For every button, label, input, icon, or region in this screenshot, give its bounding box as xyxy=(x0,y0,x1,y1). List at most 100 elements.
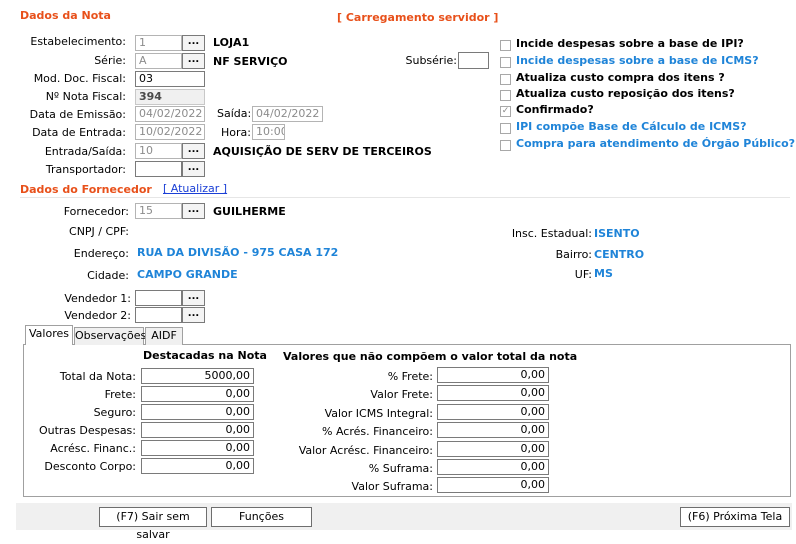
bairro-value: CENTRO xyxy=(594,248,645,261)
option-checkbox-7[interactable] xyxy=(500,140,511,151)
left-value-field-3[interactable]: 0,00 xyxy=(141,404,254,420)
right-value-label-4: % Acrés. Financeiro: xyxy=(322,425,433,438)
tab-aidf[interactable]: AIDF xyxy=(145,327,183,345)
entrada-saida-code-field[interactable]: 10 xyxy=(135,143,182,159)
hora-label: Hora: xyxy=(221,126,251,139)
option-label-5[interactable]: Confirmado? xyxy=(516,103,594,116)
right-value-field-7[interactable]: 0,00 xyxy=(437,477,549,493)
tab-observacoes[interactable]: Observações xyxy=(74,327,146,345)
estabelecimento-code-field[interactable]: 1 xyxy=(135,35,182,51)
option-checkbox-6[interactable] xyxy=(500,123,511,134)
right-value-field-5[interactable]: 0,00 xyxy=(437,441,549,457)
atualizar-link[interactable]: [ Atualizar ] xyxy=(163,182,227,195)
left-value-label-3: Seguro: xyxy=(93,406,136,419)
left-value-field-6[interactable]: 0,00 xyxy=(141,458,254,474)
vendedor1-label: Vendedor 1: xyxy=(64,292,131,305)
data-emissao-label: Data de Emissão: xyxy=(29,108,126,121)
serie-lookup-button[interactable]: ... xyxy=(182,53,205,69)
option-checkbox-2[interactable] xyxy=(500,57,511,68)
fornecedor-code-field[interactable]: 15 xyxy=(135,203,182,219)
right-value-label-2: Valor Frete: xyxy=(370,388,433,401)
right-value-label-6: % Suframa: xyxy=(368,462,433,475)
option-checkbox-4[interactable] xyxy=(500,90,511,101)
data-entrada-label: Data de Entrada: xyxy=(32,126,126,139)
functions-button[interactable]: Funções xyxy=(211,507,312,527)
right-value-label-5: Valor Acrésc. Financeiro: xyxy=(298,444,433,457)
right-value-field-1[interactable]: 0,00 xyxy=(437,367,549,383)
vendedor1-lookup-button[interactable]: ... xyxy=(182,290,205,306)
hora-field[interactable]: 10:00 xyxy=(252,124,285,140)
nota-fiscal-label: Nº Nota Fiscal: xyxy=(45,90,126,103)
bairro-label: Bairro: xyxy=(555,248,592,261)
saida-field[interactable]: 04/02/2022 xyxy=(252,106,323,122)
right-value-label-1: % Frete: xyxy=(387,370,433,383)
left-value-label-2: Frete: xyxy=(104,388,136,401)
estabelecimento-name: LOJA1 xyxy=(213,36,250,49)
option-label-6[interactable]: IPI compõe Base de Cálculo de ICMS? xyxy=(516,120,747,133)
right-value-field-4[interactable]: 0,00 xyxy=(437,422,549,438)
next-screen-button[interactable]: (F6) Próxima Tela xyxy=(680,507,790,527)
right-values-header: Valores que não compõem o valor total da… xyxy=(283,350,578,363)
left-value-label-1: Total da Nota: xyxy=(59,370,136,383)
data-emissao-field[interactable]: 04/02/2022 xyxy=(135,106,205,122)
right-value-field-6[interactable]: 0,00 xyxy=(437,459,549,475)
entrada-saida-lookup-button[interactable]: ... xyxy=(182,143,205,159)
serie-code-field[interactable]: A xyxy=(135,53,182,69)
option-label-4[interactable]: Atualiza custo reposição dos itens? xyxy=(516,87,735,100)
left-value-field-4[interactable]: 0,00 xyxy=(141,422,254,438)
estabelecimento-lookup-button[interactable]: ... xyxy=(182,35,205,51)
left-value-field-2[interactable]: 0,00 xyxy=(141,386,254,402)
right-value-label-7: Valor Suframa: xyxy=(351,480,433,493)
left-values-header: Destacadas na Nota xyxy=(143,349,267,362)
option-checkbox-1[interactable] xyxy=(500,40,511,51)
vendedor1-field[interactable] xyxy=(135,290,182,306)
uf-value: MS xyxy=(594,267,613,280)
option-label-1[interactable]: Incide despesas sobre a base de IPI? xyxy=(516,37,744,50)
option-label-3[interactable]: Atualiza custo compra dos itens ? xyxy=(516,71,725,84)
option-checkbox-3[interactable] xyxy=(500,74,511,85)
right-value-field-3[interactable]: 0,00 xyxy=(437,404,549,420)
transportador-lookup-button[interactable]: ... xyxy=(182,161,205,177)
serie-label: Série: xyxy=(94,54,126,67)
exit-without-saving-button[interactable]: (F7) Sair sem salvar xyxy=(99,507,207,541)
subserie-label: Subsérie: xyxy=(405,54,458,67)
cidade-label: Cidade: xyxy=(87,269,129,282)
saida-label: Saída: xyxy=(217,107,252,120)
vendedor2-label: Vendedor 2: xyxy=(64,309,131,322)
fornecedor-name: GUILHERME xyxy=(213,205,286,218)
cidade-value: CAMPO GRANDE xyxy=(137,268,238,281)
transportador-code-field[interactable] xyxy=(135,161,182,177)
fornecedor-label: Fornecedor: xyxy=(63,205,129,218)
uf-label: UF: xyxy=(574,268,592,281)
section-title-fornecedor: Dados do Fornecedor xyxy=(20,183,152,196)
nota-fiscal-field: 394 xyxy=(135,89,205,105)
left-value-label-5: Acrésc. Financ.: xyxy=(50,442,136,455)
subserie-field[interactable] xyxy=(458,52,489,69)
vendedor2-field[interactable] xyxy=(135,307,182,323)
estabelecimento-label: Estabelecimento: xyxy=(30,35,126,48)
insc-estadual-value: ISENTO xyxy=(594,227,640,240)
right-value-label-3: Valor ICMS Integral: xyxy=(324,407,433,420)
option-label-7[interactable]: Compra para atendimento de Órgão Público… xyxy=(516,137,795,150)
section-title-nota: Dados da Nota xyxy=(20,9,111,22)
left-value-label-4: Outras Despesas: xyxy=(38,424,136,437)
transportador-label: Transportador: xyxy=(45,163,126,176)
left-value-field-1[interactable]: 5000,00 xyxy=(141,368,254,384)
data-entrada-field[interactable]: 10/02/2022 xyxy=(135,124,205,140)
mod-doc-field[interactable]: 03 xyxy=(135,71,205,87)
entrada-saida-name: AQUISIÇÃO DE SERV DE TERCEIROS xyxy=(213,145,432,158)
option-label-2[interactable]: Incide despesas sobre a base de ICMS? xyxy=(516,54,759,67)
endereco-label: Endereço: xyxy=(73,247,129,260)
endereco-value: RUA DA DIVISÃO - 975 CASA 172 xyxy=(137,246,339,259)
right-value-field-2[interactable]: 0,00 xyxy=(437,385,549,401)
fornecedor-lookup-button[interactable]: ... xyxy=(182,203,205,219)
left-value-field-5[interactable]: 0,00 xyxy=(141,440,254,456)
vendedor2-lookup-button[interactable]: ... xyxy=(182,307,205,323)
tab-valores[interactable]: Valores xyxy=(25,325,73,345)
loading-status: [ Carregamento servidor ] xyxy=(337,11,499,24)
serie-name: NF SERVIÇO xyxy=(213,55,288,68)
mod-doc-label: Mod. Doc. Fiscal: xyxy=(33,72,126,85)
insc-estadual-label: Insc. Estadual: xyxy=(511,227,592,240)
option-checkbox-5[interactable]: ✓ xyxy=(500,106,511,117)
section-divider xyxy=(20,197,790,198)
